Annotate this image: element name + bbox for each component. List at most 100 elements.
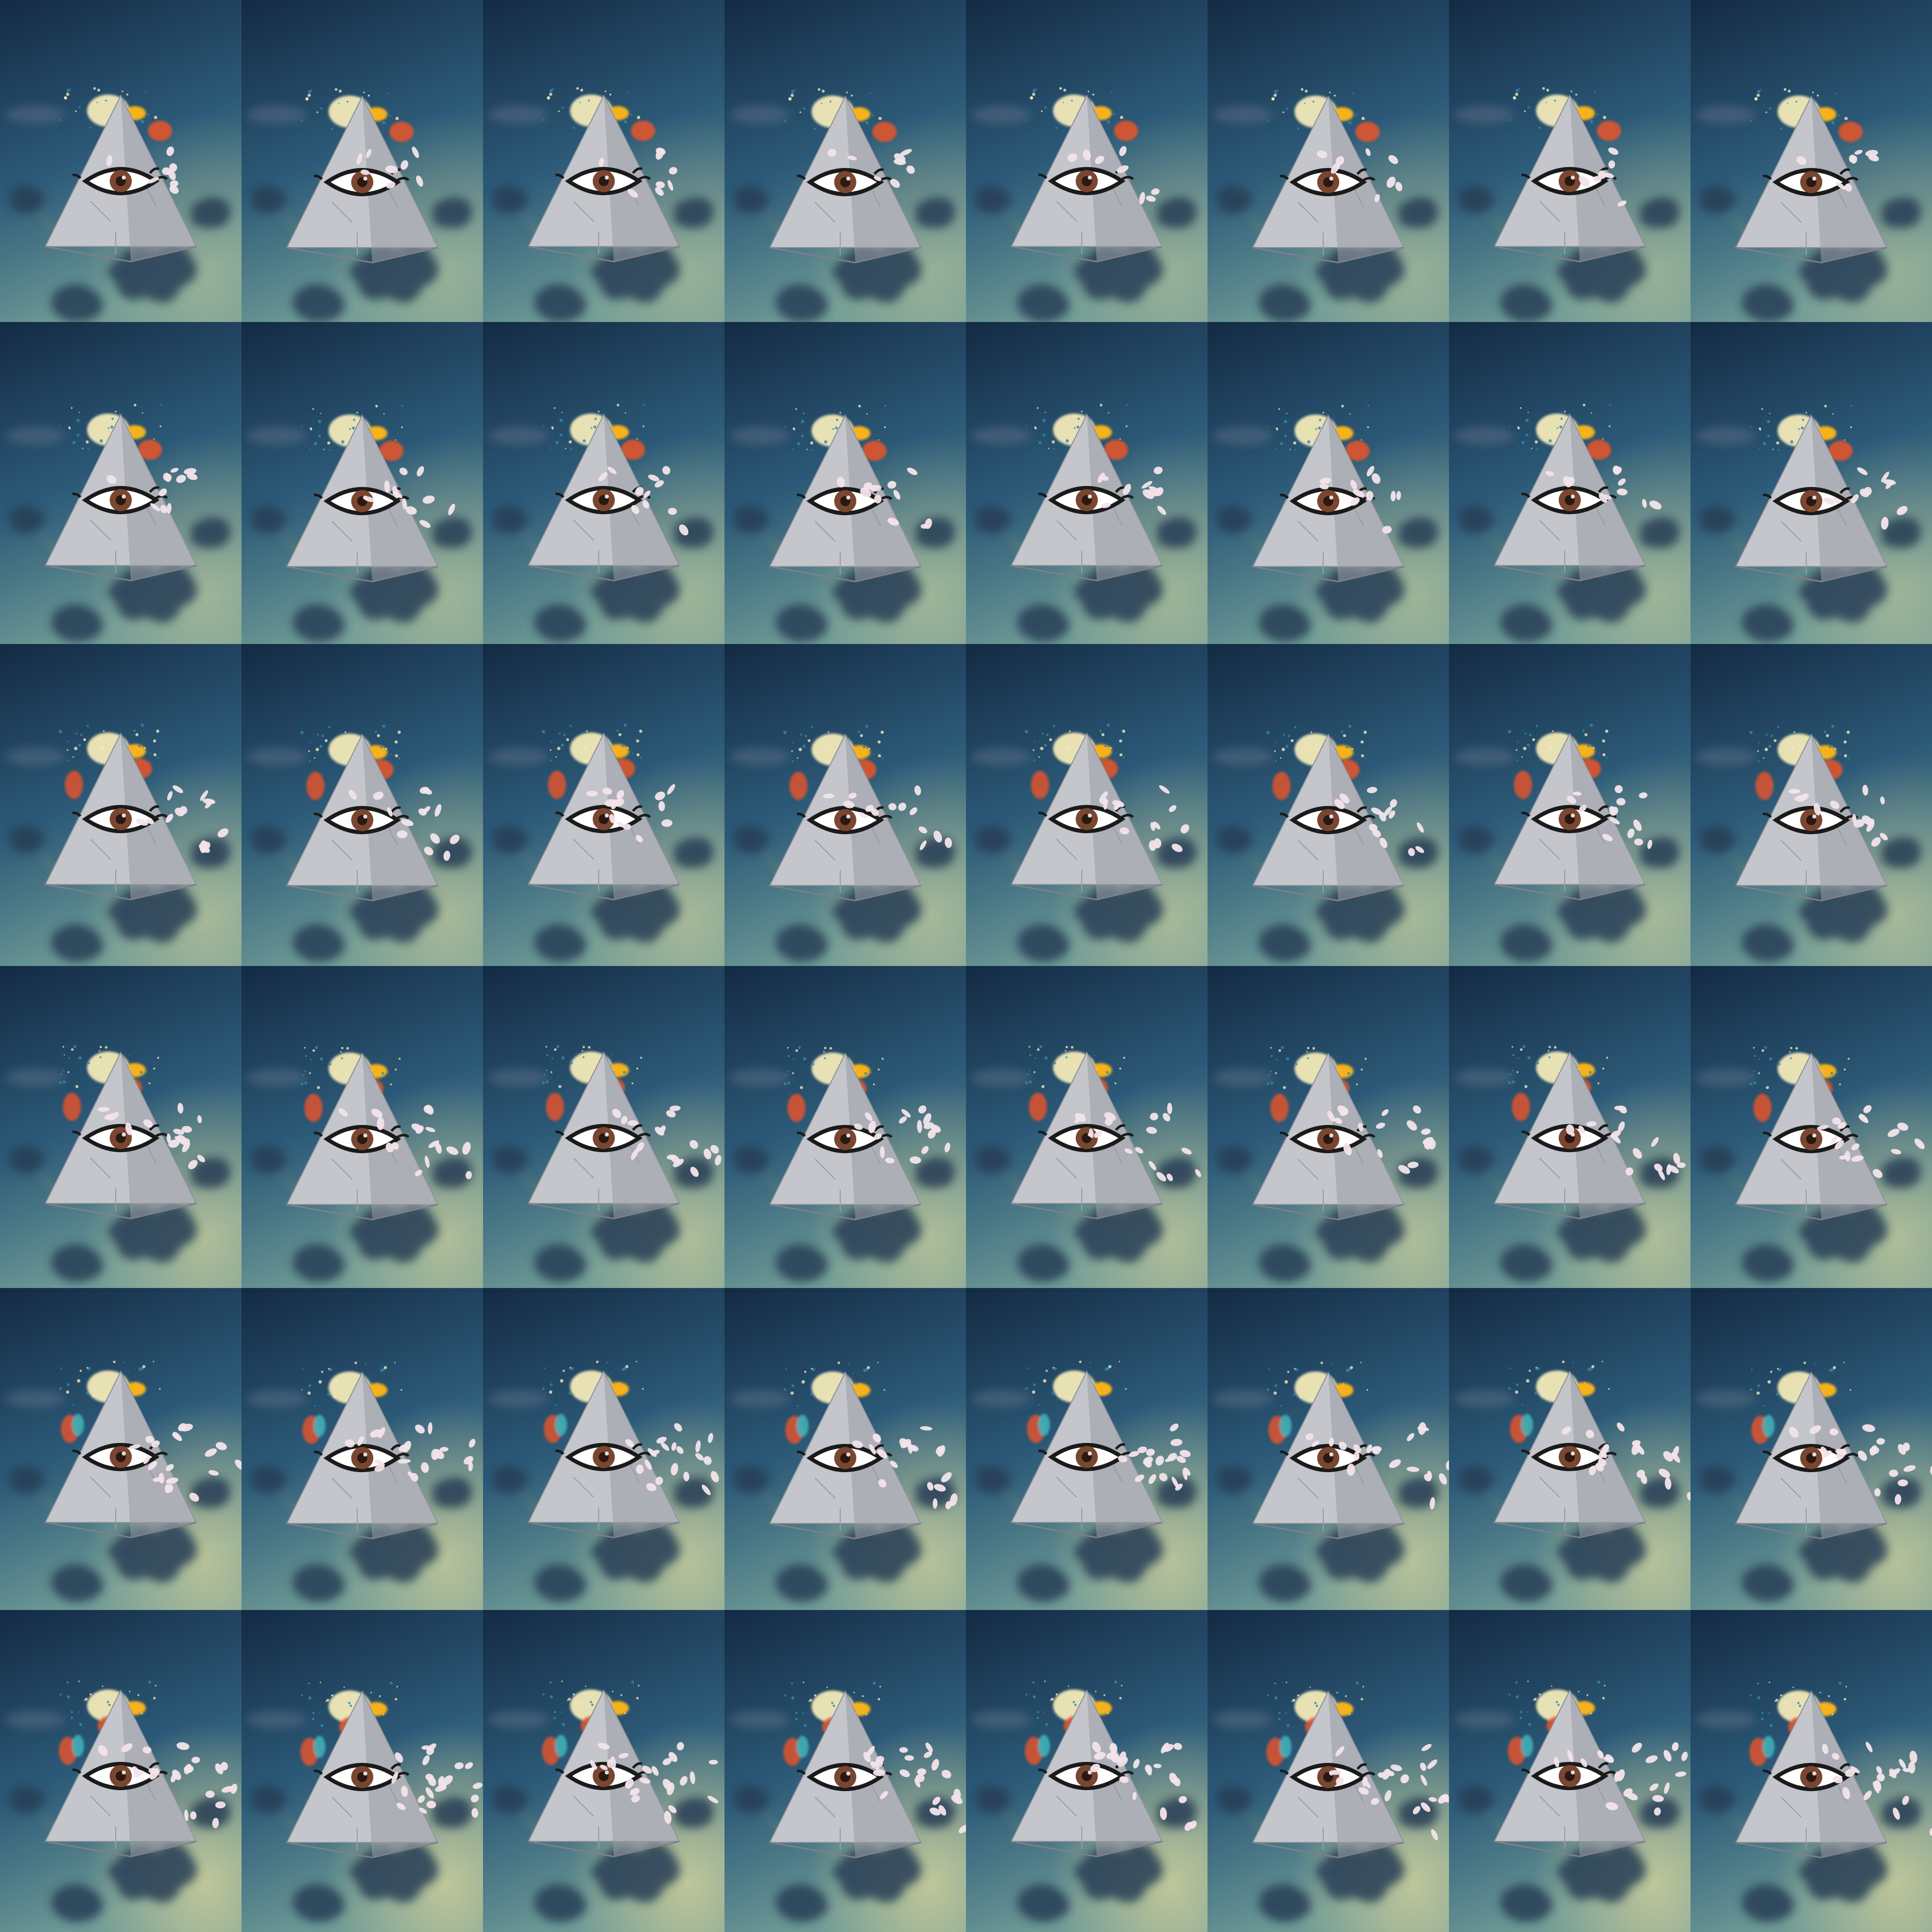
splash-speck bbox=[1819, 1056, 1820, 1057]
splash-speck bbox=[110, 425, 114, 429]
splash-speck bbox=[1515, 749, 1517, 751]
splash-speck bbox=[636, 438, 638, 440]
splash-speck bbox=[802, 1712, 804, 1714]
splash-speck bbox=[1065, 1703, 1067, 1706]
splash-speck bbox=[1036, 1711, 1039, 1714]
splash-speck bbox=[543, 1367, 545, 1370]
splash-blob bbox=[1038, 1414, 1050, 1436]
splash-speck bbox=[67, 1383, 70, 1386]
splash-speck bbox=[325, 739, 328, 743]
cloud-shape bbox=[247, 1390, 307, 1408]
frame-illustration bbox=[725, 1610, 966, 1932]
splash-speck bbox=[67, 741, 69, 743]
splash-speck bbox=[1067, 1692, 1071, 1696]
eye-highlight bbox=[1329, 815, 1333, 819]
splash-speck bbox=[1278, 1049, 1281, 1052]
splash-speck bbox=[1044, 1680, 1046, 1682]
splash-speck bbox=[814, 1694, 817, 1697]
splash-speck bbox=[1836, 1072, 1838, 1074]
splash-speck bbox=[579, 102, 581, 103]
splash-speck bbox=[99, 1045, 102, 1049]
cloud-shape bbox=[730, 748, 790, 766]
splash-speck bbox=[1769, 107, 1772, 110]
splash-speck bbox=[558, 110, 560, 112]
splash-speck bbox=[1758, 448, 1759, 450]
splash-speck bbox=[879, 1685, 881, 1687]
splash-speck bbox=[77, 1379, 80, 1383]
cloud-shape bbox=[971, 427, 1031, 445]
splash-speck bbox=[1309, 1686, 1311, 1688]
splash-speck bbox=[1826, 734, 1829, 738]
splash-speck bbox=[1533, 1700, 1535, 1701]
splash-speck bbox=[73, 1045, 76, 1049]
splash-blob bbox=[1270, 1094, 1289, 1122]
splash-speck bbox=[157, 756, 159, 759]
splash-blob bbox=[796, 1415, 809, 1437]
splash-speck bbox=[66, 749, 68, 751]
splash-speck bbox=[78, 1056, 82, 1060]
splash-blob bbox=[1031, 771, 1049, 799]
splash-speck bbox=[1284, 1380, 1288, 1384]
splash-speck bbox=[59, 119, 61, 121]
splash-speck bbox=[1356, 754, 1358, 755]
splash-speck bbox=[636, 753, 640, 757]
splash-speck bbox=[1767, 1380, 1771, 1384]
splash-speck bbox=[1281, 748, 1285, 751]
sprite-sheet bbox=[0, 0, 1932, 1932]
splash-speck bbox=[1793, 731, 1796, 733]
splash-blob bbox=[306, 772, 325, 800]
splash-speck bbox=[1749, 1388, 1752, 1391]
splash-speck bbox=[1340, 730, 1343, 733]
splash-speck bbox=[639, 730, 642, 733]
splash-speck bbox=[1778, 449, 1780, 451]
animation-frame bbox=[725, 966, 966, 1288]
splash-speck bbox=[1534, 1698, 1537, 1701]
splash-speck bbox=[313, 442, 317, 445]
splash-speck bbox=[1790, 1046, 1793, 1050]
splash-speck bbox=[1582, 729, 1585, 732]
splash-speck bbox=[1536, 1062, 1539, 1065]
splash-speck bbox=[1780, 127, 1783, 130]
splash-speck bbox=[635, 1360, 637, 1362]
splash-speck bbox=[1601, 1360, 1603, 1362]
splash-speck bbox=[1273, 1682, 1276, 1685]
splash-speck bbox=[1038, 1404, 1040, 1406]
splash-speck bbox=[1310, 102, 1312, 103]
splash-speck bbox=[788, 1055, 789, 1057]
splash-speck bbox=[631, 1082, 633, 1085]
splash-speck bbox=[804, 1371, 807, 1373]
splash-speck bbox=[1768, 745, 1772, 748]
splash-speck bbox=[1033, 447, 1035, 449]
splash-speck bbox=[319, 745, 323, 748]
splash-speck bbox=[1559, 425, 1563, 429]
splash-blob bbox=[548, 771, 566, 799]
splash-speck bbox=[1798, 428, 1800, 430]
splash-speck bbox=[1274, 90, 1277, 94]
splash-speck bbox=[1109, 747, 1112, 749]
splash-speck bbox=[1749, 731, 1753, 735]
splash-speck bbox=[865, 725, 869, 728]
splash-speck bbox=[1345, 746, 1348, 749]
splash-speck bbox=[1508, 425, 1510, 427]
splash-speck bbox=[1042, 419, 1046, 423]
splash-speck bbox=[1367, 405, 1370, 407]
splash-speck bbox=[75, 1085, 78, 1088]
splash-speck bbox=[1554, 1046, 1557, 1049]
splash-speck bbox=[1780, 1694, 1783, 1697]
frame-illustration bbox=[1449, 644, 1691, 966]
animation-frame bbox=[966, 966, 1208, 1288]
splash-speck bbox=[1282, 1086, 1286, 1089]
splash-speck bbox=[1556, 1701, 1558, 1704]
cloud-shape bbox=[1213, 1069, 1273, 1087]
splash-speck bbox=[1515, 89, 1519, 93]
splash-speck bbox=[791, 1696, 795, 1700]
splash-speck bbox=[822, 90, 825, 93]
splash-speck bbox=[1551, 1685, 1553, 1687]
splash-speck bbox=[823, 1051, 825, 1053]
splash-speck bbox=[620, 1694, 622, 1697]
splash-speck bbox=[862, 1695, 864, 1698]
splash-speck bbox=[107, 742, 109, 745]
splash-speck bbox=[149, 753, 150, 754]
frame-illustration bbox=[1208, 0, 1449, 322]
splash-speck bbox=[590, 1701, 592, 1704]
